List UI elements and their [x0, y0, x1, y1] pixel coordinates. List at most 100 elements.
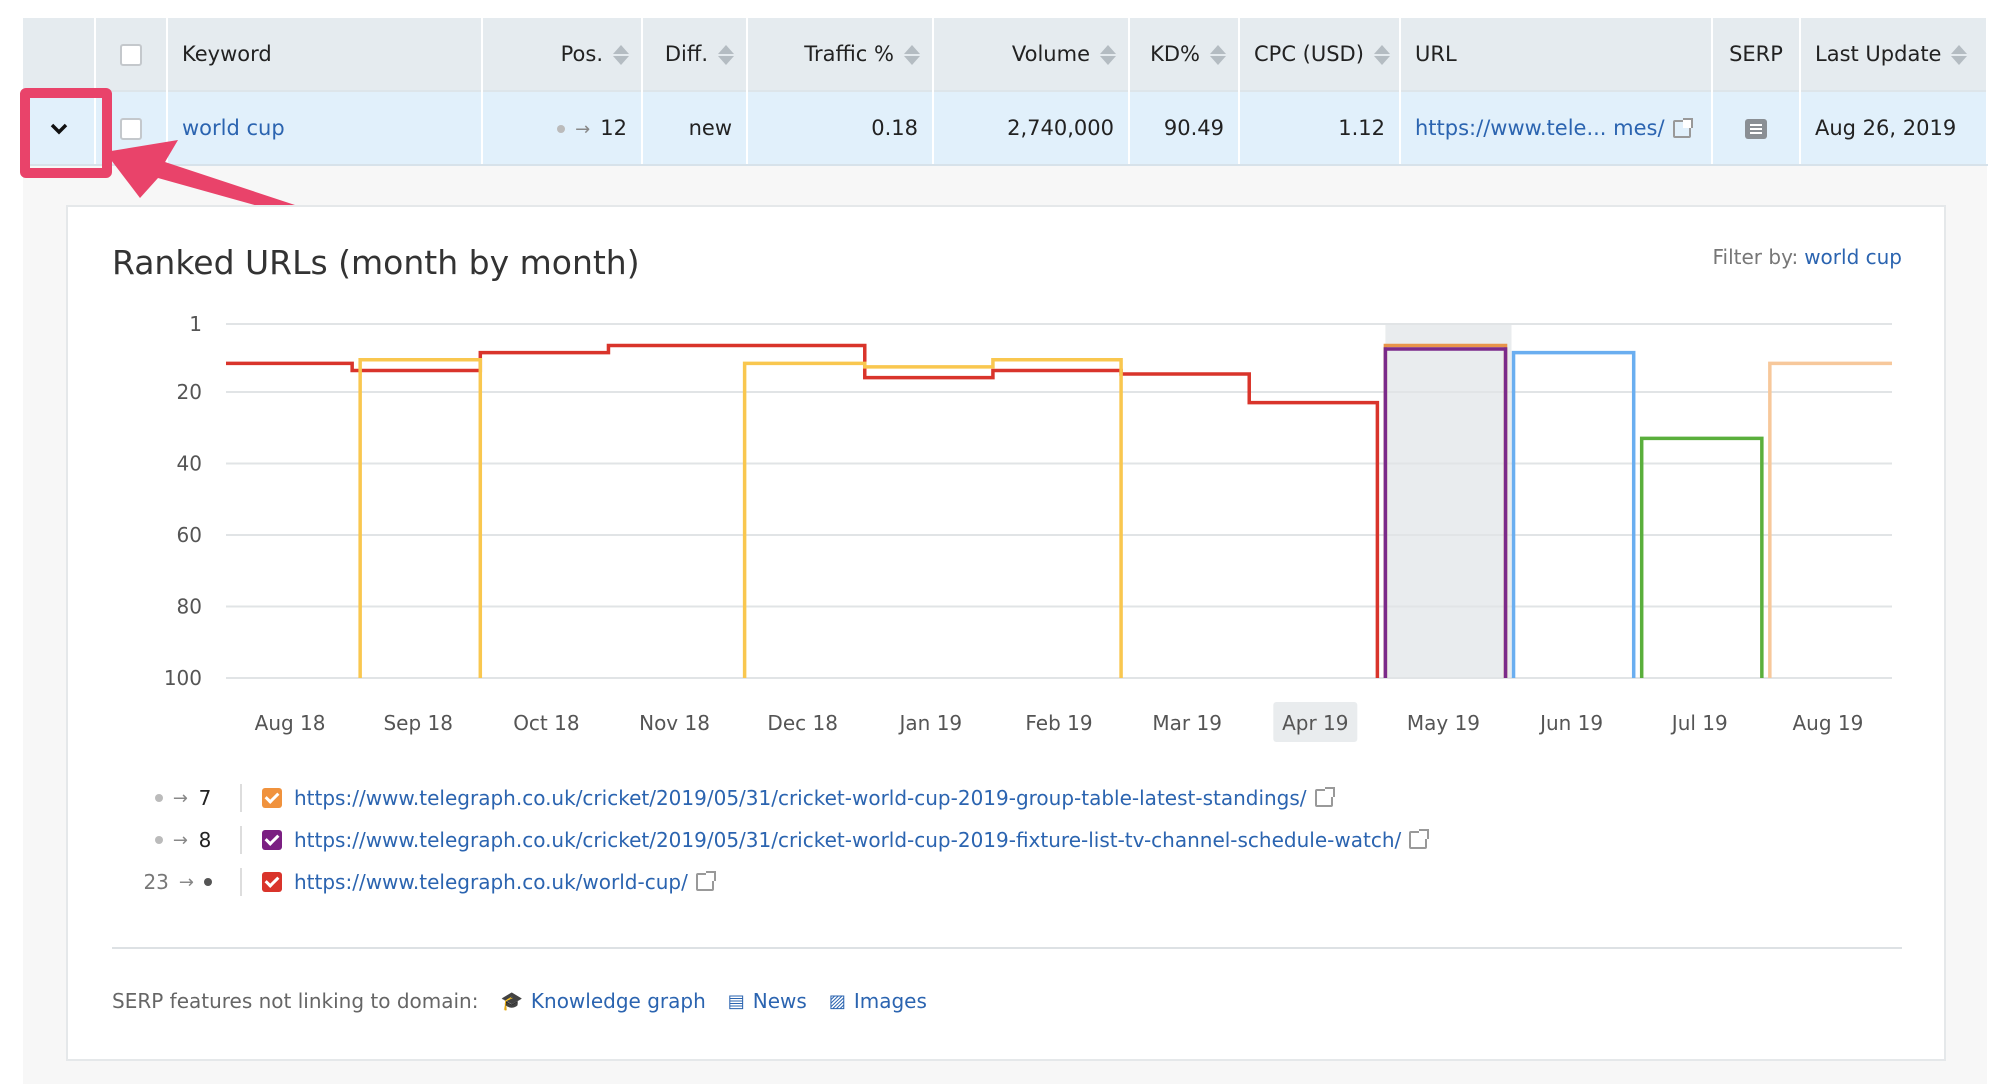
series-line	[226, 343, 1380, 678]
sort-icon[interactable]	[718, 43, 734, 67]
external-link-icon[interactable]	[1672, 118, 1693, 138]
x-tick-label: Nov 18	[639, 711, 710, 735]
header-last-update[interactable]: Last Update	[1800, 18, 1988, 91]
serp-snapshot-icon[interactable]	[1745, 119, 1767, 139]
url-link[interactable]: https://www.tele... mes/	[1415, 116, 1665, 140]
x-tick-label: Apr 19	[1282, 711, 1348, 735]
sort-icon[interactable]	[904, 43, 920, 67]
series-toggle-checkbox[interactable]	[262, 830, 282, 850]
arrow-right-icon: →	[172, 787, 188, 809]
x-tick-label: Aug 18	[255, 711, 326, 735]
x-tick-label: Feb 19	[1025, 711, 1092, 735]
x-tick-label: May 19	[1407, 711, 1480, 735]
header-keyword: Keyword	[167, 18, 483, 91]
header-diff[interactable]: Diff.	[642, 18, 748, 91]
header-cpc[interactable]: CPC (USD)	[1239, 18, 1401, 91]
sort-icon[interactable]	[1951, 43, 1968, 67]
expand-col-header	[23, 18, 96, 91]
external-link-icon[interactable]	[1409, 829, 1430, 849]
x-tick-label: Sep 18	[383, 711, 453, 735]
sort-icon[interactable]	[1373, 43, 1390, 67]
header-pos[interactable]: Pos.	[482, 18, 643, 91]
highlight-band	[1385, 324, 1512, 678]
sort-icon[interactable]	[613, 43, 629, 67]
knowledge-graph-icon: 🎓	[500, 990, 523, 1012]
no-position-dot	[557, 125, 566, 133]
cpc-cell: 1.12	[1239, 90, 1401, 166]
last-update-cell: Aug 26, 2019	[1800, 90, 1988, 166]
arrow-right-icon: →	[575, 119, 591, 140]
ranked-urls-chart: 1 20 40 60 80 100 Aug 18 Sep 18 Oct 18 Nov 18 Dec …	[164, 312, 1892, 742]
ranked-urls-panel: Ranked URLs (month by month) Filter by: w…	[66, 205, 1946, 1061]
arrow-right-icon: →	[172, 829, 188, 851]
legend-url-link[interactable]: https://www.telegraph.co.uk/cricket/2019…	[294, 786, 1307, 810]
select-all-checkbox[interactable]	[120, 44, 142, 66]
select-all-checkbox-cell	[95, 18, 168, 91]
images-icon: ▨	[828, 990, 846, 1012]
external-link-icon[interactable]	[1314, 787, 1335, 807]
annotation-highlight-box	[20, 88, 112, 178]
url-cell: https://www.tele... mes/	[1400, 90, 1713, 166]
legend-url-link[interactable]: https://www.telegraph.co.uk/world-cup/	[294, 870, 688, 894]
arrow-right-icon: →	[178, 871, 194, 893]
separator	[240, 868, 242, 896]
serp-cell	[1712, 90, 1801, 166]
serp-feature-news[interactable]: ▤ News	[728, 989, 807, 1013]
y-tick-label: 20	[177, 380, 202, 404]
keywords-table: Keyword Pos. Diff. Traffic % Volume KD% …	[23, 18, 1988, 166]
serp-features: SERP features not linking to domain: 🎓 Kn…	[112, 989, 927, 1013]
volume-cell: 2,740,000	[933, 90, 1130, 166]
y-tick-label: 80	[177, 594, 202, 618]
y-tick-label: 40	[177, 451, 202, 475]
row-checkbox[interactable]	[120, 118, 142, 140]
legend-item: 23 → https://www.telegraph.co.uk/world-cu…	[112, 861, 1427, 903]
no-position-dot	[154, 794, 163, 802]
position-change: → 7	[112, 786, 212, 810]
diff-cell: new	[642, 90, 748, 166]
separator	[240, 784, 242, 812]
y-tick-label: 60	[177, 523, 202, 547]
series-toggle-checkbox[interactable]	[262, 788, 282, 808]
series-line	[358, 358, 1123, 678]
sort-icon[interactable]	[1100, 43, 1116, 67]
separator	[240, 826, 242, 854]
y-tick-label: 1	[189, 312, 202, 336]
position-change: → 8	[112, 828, 212, 852]
serp-feature-images[interactable]: ▨ Images	[829, 989, 927, 1013]
x-tick-label: Jul 19	[1670, 711, 1728, 735]
no-position-dot	[154, 836, 163, 844]
series-line	[1768, 361, 1892, 678]
header-serp: SERP	[1712, 18, 1801, 91]
header-url: URL	[1400, 18, 1713, 91]
lost-position-dot	[204, 878, 212, 886]
x-tick-label: Jun 19	[1538, 711, 1603, 735]
y-tick-label: 100	[164, 666, 202, 690]
header-volume[interactable]: Volume	[933, 18, 1130, 91]
table-row: world cup → 12 new 0.18 2,740,000 90.49 1…	[23, 90, 1988, 166]
position-change: 23 →	[112, 870, 212, 894]
legend-url-link[interactable]: https://www.telegraph.co.uk/cricket/2019…	[294, 828, 1401, 852]
x-tick-label: Oct 18	[513, 711, 579, 735]
table-header: Keyword Pos. Diff. Traffic % Volume KD% …	[23, 18, 1988, 91]
traffic-cell: 0.18	[747, 90, 934, 166]
x-tick-label: Jan 19	[898, 711, 963, 735]
header-kd[interactable]: KD%	[1129, 18, 1240, 91]
series-line	[1639, 436, 1764, 678]
chart-legend: → 7 https://www.telegraph.co.uk/cricket/2…	[112, 777, 1430, 903]
x-tick-label: Aug 19	[1792, 711, 1863, 735]
header-traffic[interactable]: Traffic %	[747, 18, 934, 91]
legend-item: → 8 https://www.telegraph.co.uk/cricket/2…	[112, 819, 1430, 861]
news-icon: ▤	[727, 990, 745, 1012]
serp-feature-knowledge-graph[interactable]: 🎓 Knowledge graph	[500, 989, 705, 1013]
series-line	[1511, 350, 1636, 678]
kd-cell: 90.49	[1129, 90, 1240, 166]
keyword-link[interactable]: world cup	[182, 116, 285, 140]
external-link-icon[interactable]	[695, 871, 716, 891]
series-toggle-checkbox[interactable]	[262, 872, 282, 892]
sort-icon[interactable]	[1210, 43, 1226, 67]
x-tick-label: Dec 18	[767, 711, 838, 735]
divider	[112, 947, 1902, 949]
x-tick-label: Mar 19	[1152, 711, 1222, 735]
pos-cell: → 12	[482, 90, 643, 166]
legend-item: → 7 https://www.telegraph.co.uk/cricket/2…	[112, 777, 1427, 819]
